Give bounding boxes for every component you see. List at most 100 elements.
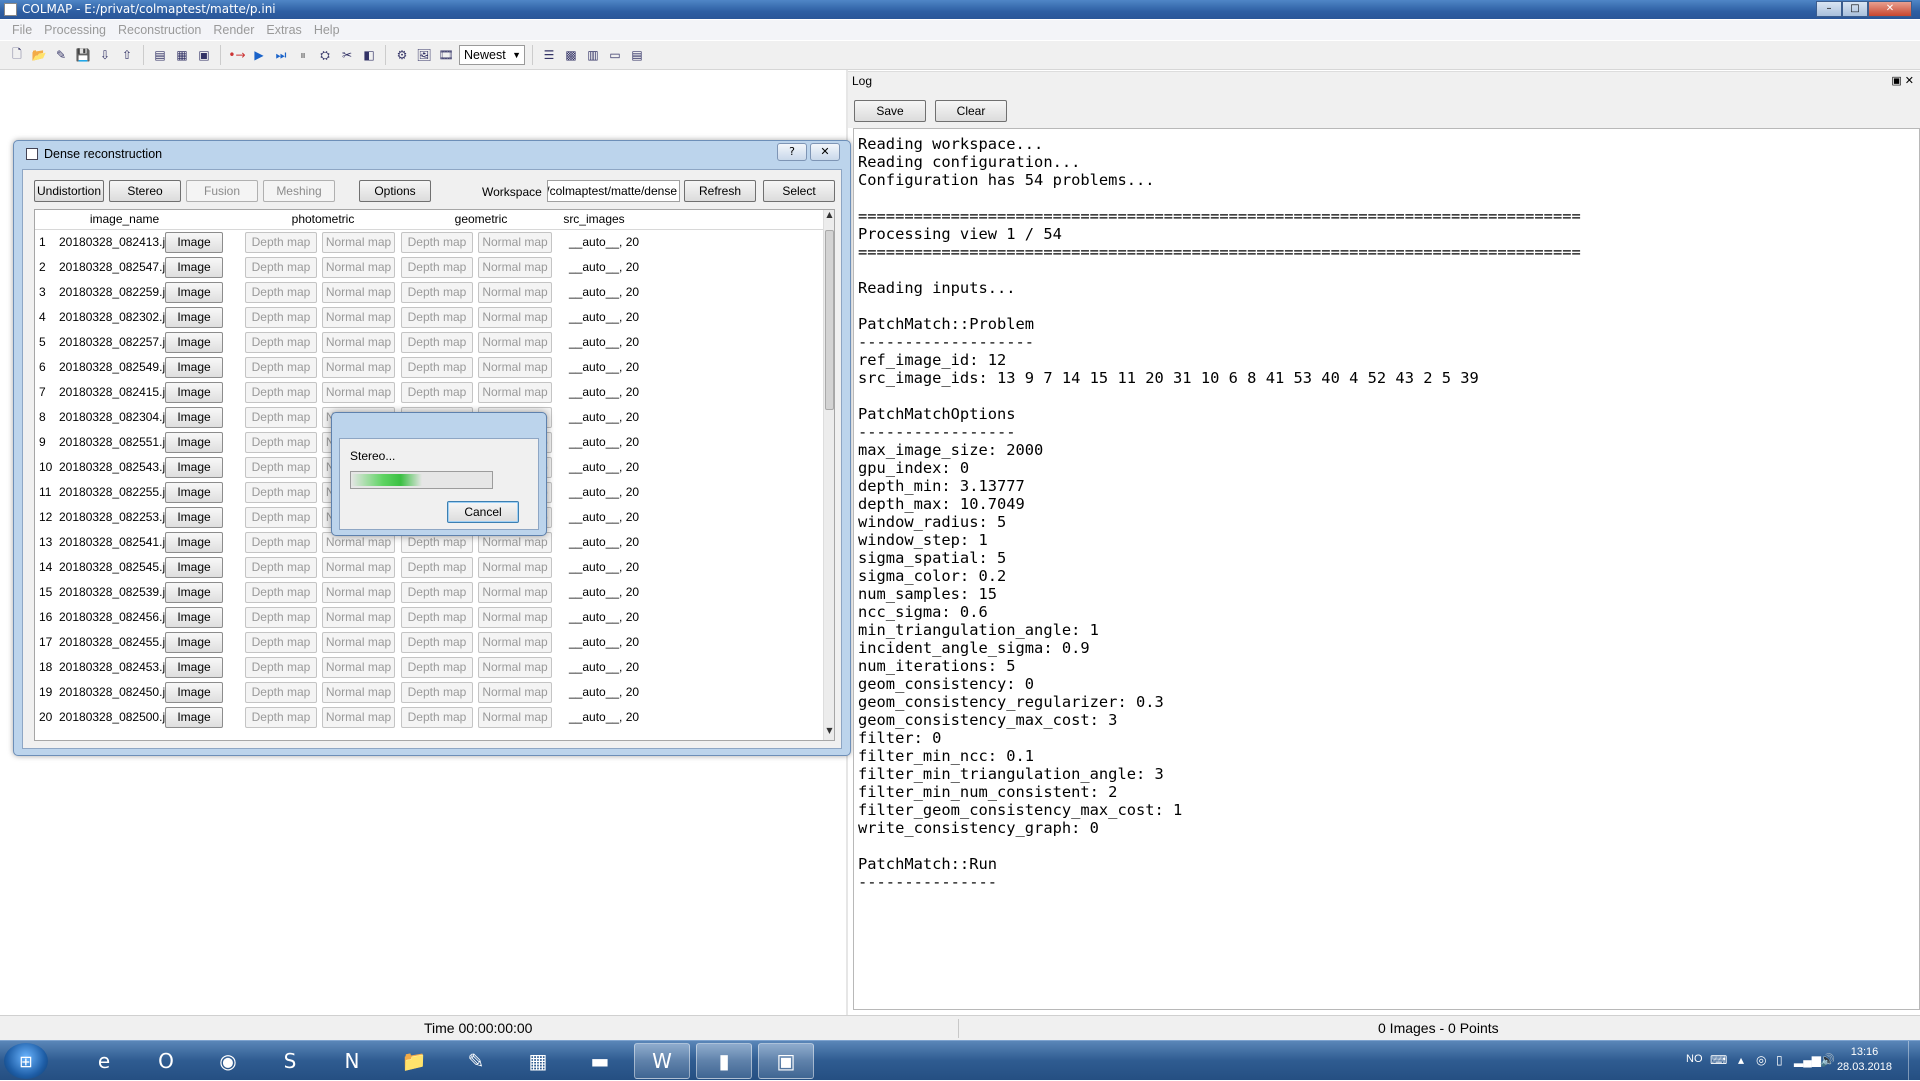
geometric-depth-button[interactable]: Depth map [401,357,473,378]
undistortion-button[interactable]: Undistortion [34,180,104,202]
photometric-depth-button[interactable]: Depth map [245,332,317,353]
photometric-normal-button[interactable]: Normal map [322,632,395,653]
photometric-normal-button[interactable]: Normal map [322,382,395,403]
photometric-normal-button[interactable]: Normal map [322,357,395,378]
image-button[interactable]: Image [165,507,223,528]
image-button[interactable]: Image [165,257,223,278]
grab-image-icon[interactable]: 🖼 [415,46,433,64]
geometric-depth-button[interactable]: Depth map [401,332,473,353]
photometric-depth-button[interactable]: Depth map [245,557,317,578]
geometric-depth-button[interactable]: Depth map [401,307,473,328]
show-desktop-button[interactable] [1908,1041,1920,1081]
geometric-normal-button[interactable]: Normal map [478,582,552,603]
dense-icon[interactable]: ✂ [338,46,356,64]
notepad-icon[interactable]: ✎ [448,1043,504,1079]
cancel-icon[interactable]: •→ [228,46,246,64]
table-row[interactable]: 20 20180328_082500.jpg Image Depth map Norma… [35,705,825,730]
clock[interactable]: 13:16 28.03.2018 [1837,1045,1892,1075]
tray-expand-icon[interactable]: ▴ [1738,1053,1744,1067]
geometric-normal-button[interactable]: Normal map [478,657,552,678]
table-row[interactable]: 3 20180328_082259.jpg Image Depth map Normal… [35,280,825,305]
photometric-normal-button[interactable]: Normal map [322,257,395,278]
geometric-depth-button[interactable]: Depth map [401,682,473,703]
photometric-depth-button[interactable]: Depth map [245,632,317,653]
close-button[interactable]: ✕ [1868,1,1912,17]
photometric-depth-button[interactable]: Depth map [245,682,317,703]
export-icon[interactable]: ⇧ [118,46,136,64]
log-icon[interactable]: ▭ [606,46,624,64]
match-matrix-icon[interactable]: ▩ [562,46,580,64]
photometric-depth-button[interactable]: Depth map [245,507,317,528]
options-icon[interactable]: ⚙ [393,46,411,64]
photometric-depth-button[interactable]: Depth map [245,482,317,503]
geometric-depth-button[interactable]: Depth map [401,607,473,628]
battery-icon[interactable]: ▯ [1776,1053,1783,1067]
pause-icon[interactable]: ⏸ [294,46,312,64]
chrome-icon[interactable]: ◉ [200,1043,256,1079]
geometric-depth-button[interactable]: Depth map [401,707,473,728]
table-row[interactable]: 7 20180328_082415.jpg Image Depth map Normal… [35,380,825,405]
help-button[interactable]: ? [777,143,807,161]
outlook-icon[interactable]: O [138,1043,194,1079]
photometric-depth-button[interactable]: Depth map [245,232,317,253]
scroll-up-icon[interactable]: ▲ [824,210,834,224]
menu-help[interactable]: Help [308,20,346,40]
file-explorer-icon[interactable]: 📁 [386,1043,442,1079]
internet-explorer-icon[interactable]: e [76,1043,132,1079]
photometric-depth-button[interactable]: Depth map [245,407,317,428]
geometric-normal-button[interactable]: Normal map [478,332,552,353]
grab-movie-icon[interactable]: 🎞 [437,46,455,64]
skype-icon[interactable]: S [262,1043,318,1079]
log-clear-button[interactable]: Clear [935,100,1007,122]
image-button[interactable]: Image [165,632,223,653]
geometric-normal-button[interactable]: Normal map [478,607,552,628]
geometric-depth-button[interactable]: Depth map [401,557,473,578]
cancel-button[interactable]: Cancel [447,501,519,523]
render-icon[interactable]: ◧ [360,46,378,64]
table-row[interactable]: 16 20180328_082456.jpg Image Depth map Norma… [35,605,825,630]
cmd-icon[interactable]: ▮ [696,1043,752,1079]
geometric-normal-button[interactable]: Normal map [478,632,552,653]
image-button[interactable]: Image [165,657,223,678]
minimize-button[interactable]: – [1816,1,1842,17]
meshing-button[interactable]: Meshing [263,180,335,202]
image-button[interactable]: Image [165,557,223,578]
image-button[interactable]: Image [165,707,223,728]
photometric-depth-button[interactable]: Depth map [245,257,317,278]
geometric-normal-button[interactable]: Normal map [478,557,552,578]
geometric-depth-button[interactable]: Depth map [401,257,473,278]
open-project-icon[interactable]: 📂 [30,46,48,64]
window-title-bar[interactable]: COLMAP - E:/privat/colmaptest/matte/p.in… [0,0,1920,19]
photometric-normal-button[interactable]: Normal map [322,282,395,303]
scrollbar-thumb[interactable] [825,230,834,410]
col-photometric[interactable]: photometric [245,212,401,226]
photometric-depth-button[interactable]: Depth map [245,707,317,728]
image-button[interactable]: Image [165,332,223,353]
image-button[interactable]: Image [165,407,223,428]
image-button[interactable]: Image [165,457,223,478]
col-image-name[interactable]: image_name [57,212,192,226]
geometric-normal-button[interactable]: Normal map [478,307,552,328]
photometric-normal-button[interactable]: Normal map [322,232,395,253]
image-button[interactable]: Image [165,357,223,378]
geometric-normal-button[interactable]: Normal map [478,357,552,378]
image-button[interactable]: Image [165,582,223,603]
volume-icon[interactable]: 🔊 [1820,1053,1835,1067]
menu-render[interactable]: Render [207,20,260,40]
photometric-normal-button[interactable]: Normal map [322,657,395,678]
image-button[interactable]: Image [165,232,223,253]
stereo-button[interactable]: Stereo [109,180,181,202]
geometric-depth-button[interactable]: Depth map [401,232,473,253]
feature-extraction-icon[interactable]: ▤ [151,46,169,64]
photometric-normal-button[interactable]: Normal map [322,682,395,703]
photometric-depth-button[interactable]: Depth map [245,282,317,303]
keyboard-icon[interactable]: ⌨ [1710,1053,1727,1067]
start-button[interactable]: ⊞ [4,1043,48,1079]
geometric-depth-button[interactable]: Depth map [401,282,473,303]
database-icon[interactable]: ▣ [195,46,213,64]
sort-select[interactable]: Newest ▼ [459,45,525,65]
photometric-depth-button[interactable]: Depth map [245,382,317,403]
col-geometric[interactable]: geometric [403,212,559,226]
colmap-icon[interactable]: ▣ [758,1043,814,1079]
geometric-normal-button[interactable]: Normal map [478,282,552,303]
